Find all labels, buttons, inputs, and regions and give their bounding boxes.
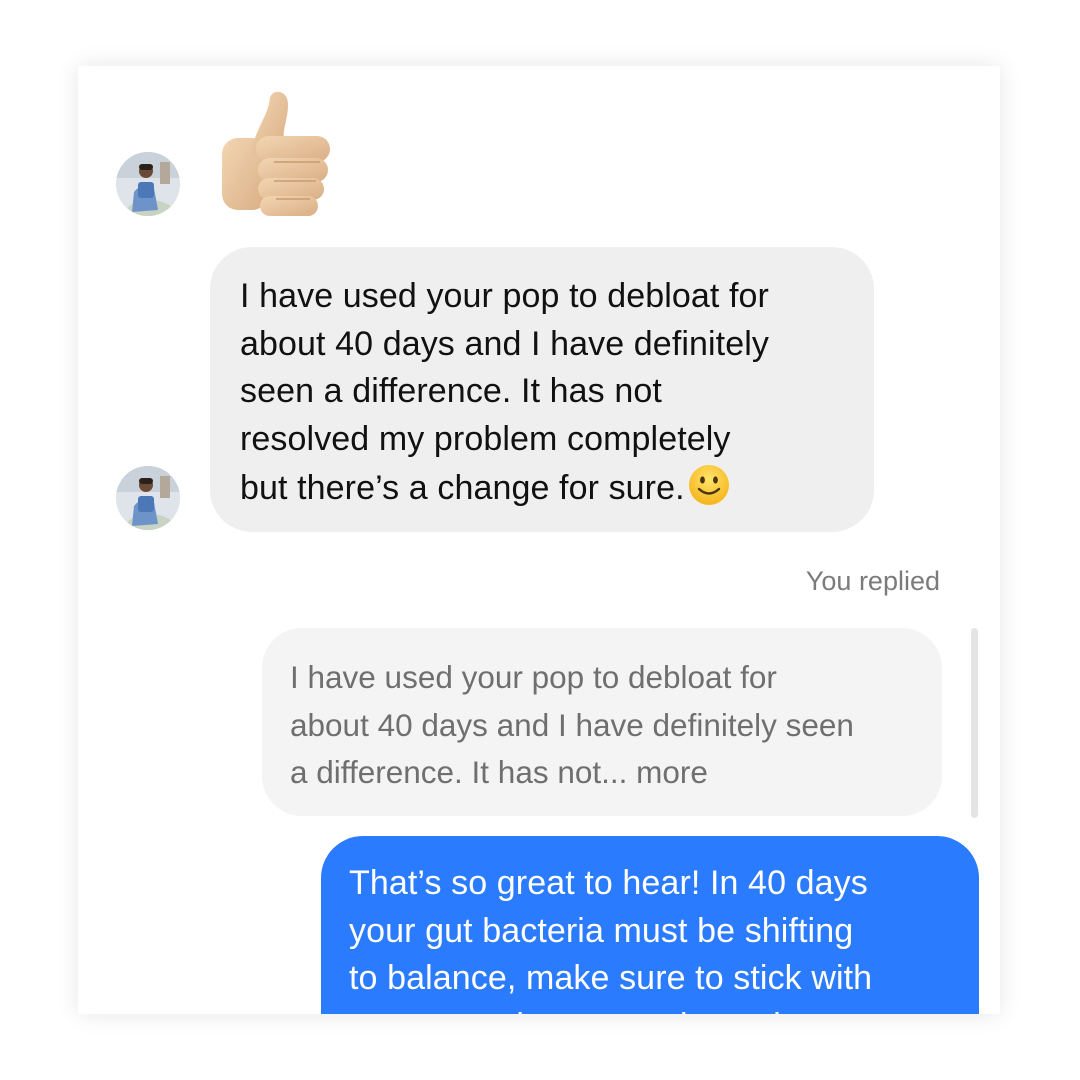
- contact-avatar[interactable]: [116, 152, 180, 216]
- incoming-message-bubble[interactable]: I have used your pop to debloat for abou…: [210, 247, 874, 532]
- message-text-line: That’s so great to hear! In 40 days: [349, 864, 868, 902]
- contact-avatar[interactable]: [116, 466, 180, 530]
- avatar-photo-icon: [116, 466, 180, 530]
- outgoing-message-bubble[interactable]: That’s so great to hear! In 40 days your…: [321, 836, 979, 1014]
- smiley-icon: [687, 463, 731, 507]
- message-text-line: about 40 days and I have definitely: [240, 324, 769, 363]
- message-text-line: to balance, make sure to stick with: [349, 959, 873, 997]
- message-text-line: but there’s a change for sure.: [240, 469, 685, 507]
- avatar-photo-icon: [116, 152, 180, 216]
- conversation-panel: I have used your pop to debloat for abou…: [78, 66, 1000, 1014]
- message-last-line: but there’s a change for sure.: [240, 463, 844, 513]
- message-text-line: your gut bacteria must be shifting: [349, 911, 854, 950]
- quote-indicator-bar: [971, 628, 978, 818]
- quoted-text-line: about 40 days and I have definitely seen: [290, 706, 854, 743]
- quoted-text-line: a difference. It has not... more: [290, 754, 708, 790]
- message-text-line: you to see better results and: [349, 1003, 951, 1015]
- message-text-line: I have used your pop to debloat for: [240, 277, 769, 315]
- message-text-line: resolved my problem completely: [240, 419, 731, 458]
- quoted-text-line: I have used your pop to debloat for: [290, 659, 777, 695]
- thumbs-up-icon[interactable]: [212, 86, 342, 226]
- message-text-line: seen a difference. It has not: [240, 372, 662, 410]
- chat-screenshot: I have used your pop to debloat for abou…: [0, 0, 1080, 1080]
- you-replied-label: You replied: [805, 566, 940, 596]
- quoted-message-bubble[interactable]: I have used your pop to debloat for abou…: [262, 628, 942, 816]
